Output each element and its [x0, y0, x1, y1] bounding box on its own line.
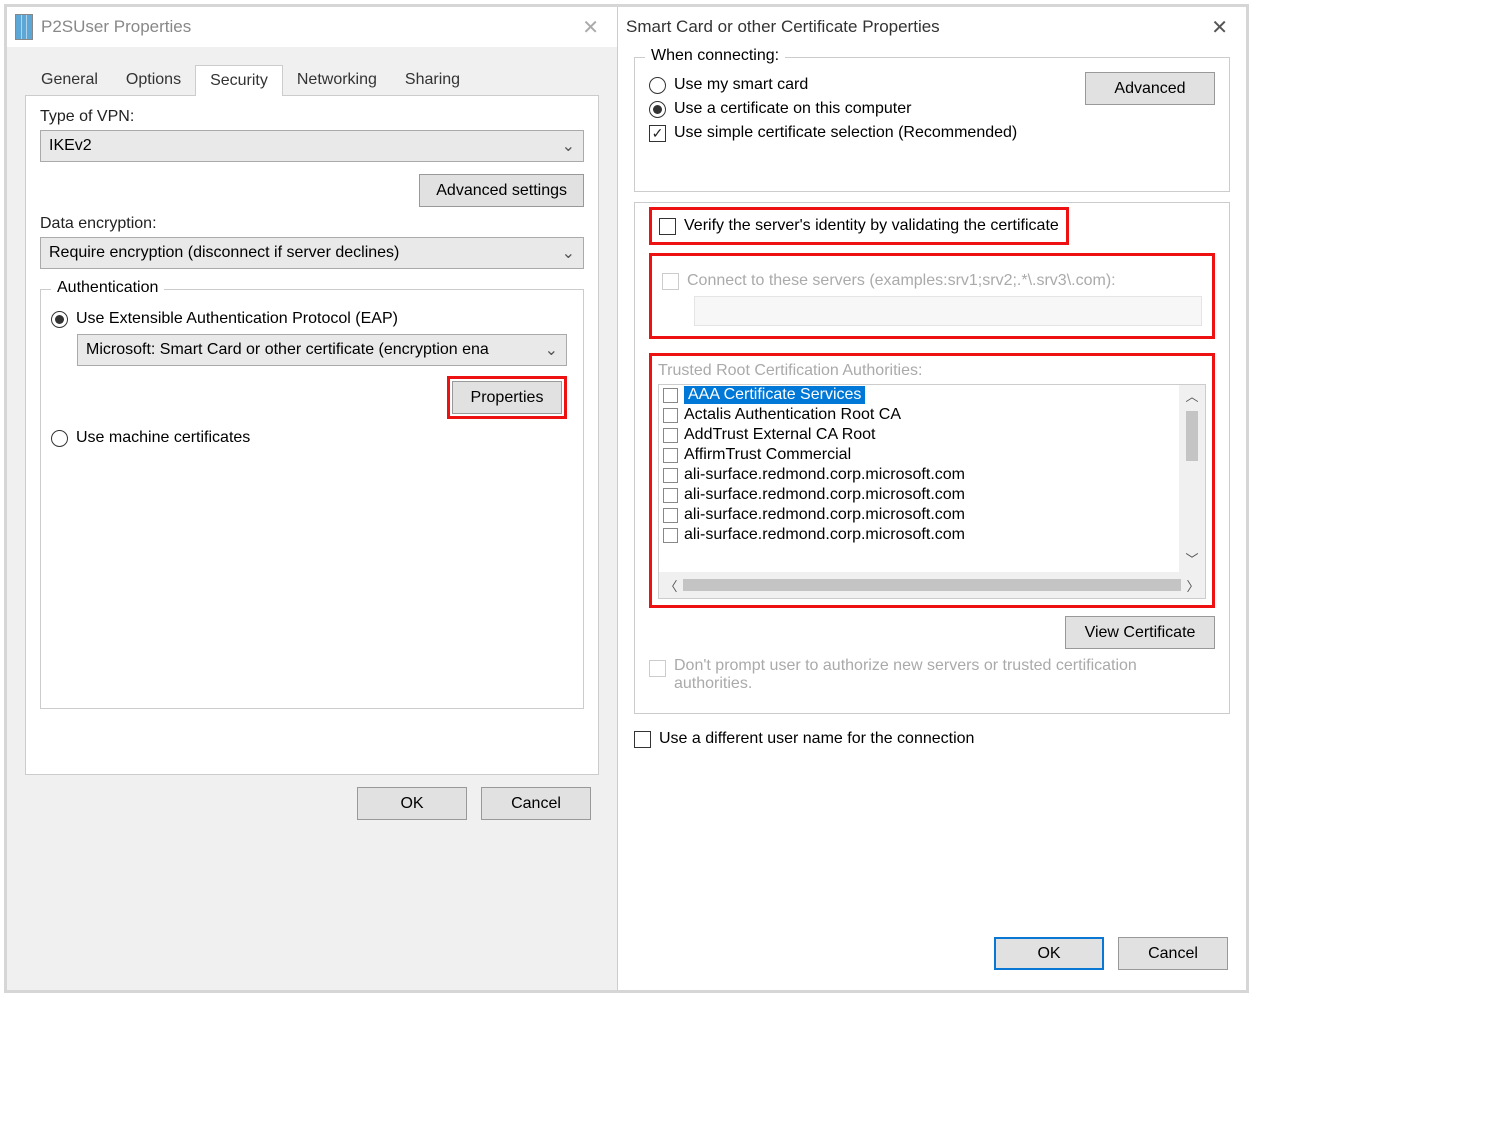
eap-method-combo[interactable]: Microsoft: Smart Card or other certifica…	[77, 334, 567, 366]
data-encryption-label: Data encryption:	[40, 215, 584, 233]
checkbox-icon	[663, 488, 678, 503]
checkbox-icon	[662, 273, 679, 290]
checkbox-icon	[663, 408, 678, 423]
list-item-label: AffirmTrust Commercial	[684, 446, 851, 464]
tab-sharing[interactable]: Sharing	[391, 65, 474, 95]
simple-selection-label: Use simple certificate selection (Recomm…	[674, 124, 1017, 142]
list-item-label: AAA Certificate Services	[684, 386, 865, 404]
list-item-label: AddTrust External CA Root	[684, 426, 876, 444]
list-item-label: ali-surface.redmond.corp.microsoft.com	[684, 526, 965, 544]
machine-cert-label: Use machine certificates	[76, 429, 250, 447]
chevron-down-icon: ⌄	[562, 136, 575, 156]
list-item[interactable]: ali-surface.redmond.corp.microsoft.com	[659, 505, 1179, 525]
properties-button[interactable]: Properties	[452, 381, 562, 414]
titlebar-right: Smart Card or other Certificate Properti…	[618, 7, 1246, 47]
vertical-scrollbar[interactable]: ︿ ﹀	[1179, 385, 1205, 572]
connect-servers-input	[694, 296, 1202, 326]
list-item[interactable]: Actalis Authentication Root CA	[659, 405, 1179, 425]
close-icon[interactable]: ✕	[1201, 13, 1238, 42]
trusted-root-listbox[interactable]: AAA Certificate Services Actalis Authenti…	[658, 384, 1206, 599]
when-connecting-legend: When connecting:	[645, 47, 785, 65]
use-certificate-label: Use a certificate on this computer	[674, 100, 911, 118]
tab-options[interactable]: Options	[112, 65, 195, 95]
trusted-root-label: Trusted Root Certification Authorities:	[658, 362, 1206, 380]
eap-radio-row[interactable]: Use Extensible Authentication Protocol (…	[51, 310, 573, 328]
radio-icon	[51, 430, 68, 447]
list-item[interactable]: AddTrust External CA Root	[659, 425, 1179, 445]
connect-servers-checkbox: Connect to these servers (examples:srv1;…	[662, 272, 1202, 290]
checkbox-icon	[663, 428, 678, 443]
radio-icon	[649, 77, 666, 94]
scroll-right-icon[interactable]: 〉	[1181, 576, 1205, 595]
checkbox-icon	[663, 388, 678, 403]
dont-prompt-label: Don't prompt user to authorize new serve…	[674, 657, 1164, 693]
list-item-label: Actalis Authentication Root CA	[684, 406, 901, 424]
radio-icon	[649, 101, 666, 118]
advanced-button[interactable]: Advanced	[1085, 72, 1215, 105]
scroll-thumb[interactable]	[1186, 411, 1198, 461]
checkbox-icon	[649, 660, 666, 677]
dialog-icon	[15, 14, 33, 40]
checkbox-icon	[663, 468, 678, 483]
horizontal-scrollbar[interactable]: 〈 〉	[659, 572, 1205, 598]
tab-security[interactable]: Security	[195, 65, 283, 96]
list-item-label: ali-surface.redmond.corp.microsoft.com	[684, 466, 965, 484]
close-icon[interactable]: ✕	[572, 13, 609, 42]
dialog-title-right: Smart Card or other Certificate Properti…	[626, 17, 940, 37]
connect-servers-label: Connect to these servers (examples:srv1;…	[687, 272, 1116, 290]
simple-selection-checkbox[interactable]: Use simple certificate selection (Recomm…	[649, 124, 1215, 142]
scroll-left-icon[interactable]: 〈	[659, 576, 683, 595]
data-encryption-value: Require encryption (disconnect if server…	[49, 244, 399, 262]
vpn-type-combo[interactable]: IKEv2 ⌄	[40, 130, 584, 162]
advanced-settings-button[interactable]: Advanced settings	[419, 174, 584, 207]
eap-label: Use Extensible Authentication Protocol (…	[76, 310, 398, 328]
cancel-button[interactable]: Cancel	[481, 787, 591, 820]
radio-icon	[51, 311, 68, 328]
checkbox-icon	[663, 528, 678, 543]
ok-button[interactable]: OK	[994, 937, 1104, 970]
scroll-up-icon[interactable]: ︿	[1179, 385, 1205, 409]
verify-identity-checkbox[interactable]: Verify the server's identity by validati…	[659, 217, 1059, 235]
security-tabpanel: Type of VPN: IKEv2 ⌄ Advanced settings D…	[25, 95, 599, 775]
use-smartcard-label: Use my smart card	[674, 76, 808, 94]
list-item-label: ali-surface.redmond.corp.microsoft.com	[684, 506, 965, 524]
checkbox-icon	[663, 448, 678, 463]
data-encryption-combo[interactable]: Require encryption (disconnect if server…	[40, 237, 584, 269]
list-item[interactable]: ali-surface.redmond.corp.microsoft.com	[659, 485, 1179, 505]
titlebar-left: P2SUser Properties ✕	[7, 7, 617, 47]
smartcard-properties-dialog: Smart Card or other Certificate Properti…	[618, 7, 1246, 990]
list-item[interactable]: AffirmTrust Commercial	[659, 445, 1179, 465]
cancel-button[interactable]: Cancel	[1118, 937, 1228, 970]
checkbox-icon	[634, 731, 651, 748]
checkbox-icon	[663, 508, 678, 523]
machine-cert-radio-row[interactable]: Use machine certificates	[51, 429, 573, 447]
tabstrip: General Options Security Networking Shar…	[27, 65, 609, 95]
different-username-label: Use a different user name for the connec…	[659, 730, 974, 748]
vpn-type-label: Type of VPN:	[40, 108, 584, 126]
view-certificate-button[interactable]: View Certificate	[1065, 616, 1215, 649]
tab-general[interactable]: General	[27, 65, 112, 95]
scroll-thumb[interactable]	[683, 579, 1181, 591]
checkbox-icon	[659, 218, 676, 235]
verify-identity-label: Verify the server's identity by validati…	[684, 217, 1059, 235]
chevron-down-icon: ⌄	[545, 340, 558, 360]
eap-method-value: Microsoft: Smart Card or other certifica…	[86, 341, 489, 359]
different-username-checkbox[interactable]: Use a different user name for the connec…	[634, 730, 1230, 748]
list-item[interactable]: ali-surface.redmond.corp.microsoft.com	[659, 465, 1179, 485]
dont-prompt-checkbox: Don't prompt user to authorize new serve…	[649, 657, 1215, 693]
p2suser-properties-dialog: P2SUser Properties ✕ General Options Sec…	[7, 7, 618, 990]
dialog-title-left: P2SUser Properties	[41, 17, 191, 37]
tab-networking[interactable]: Networking	[283, 65, 391, 95]
list-item[interactable]: ali-surface.redmond.corp.microsoft.com	[659, 525, 1179, 545]
list-item-label: ali-surface.redmond.corp.microsoft.com	[684, 486, 965, 504]
list-item[interactable]: AAA Certificate Services	[659, 385, 1179, 405]
vpn-type-value: IKEv2	[49, 137, 92, 155]
ok-button[interactable]: OK	[357, 787, 467, 820]
checkbox-icon	[649, 125, 666, 142]
scroll-down-icon[interactable]: ﹀	[1179, 548, 1205, 572]
authentication-legend: Authentication	[51, 279, 164, 297]
chevron-down-icon: ⌄	[562, 243, 575, 263]
